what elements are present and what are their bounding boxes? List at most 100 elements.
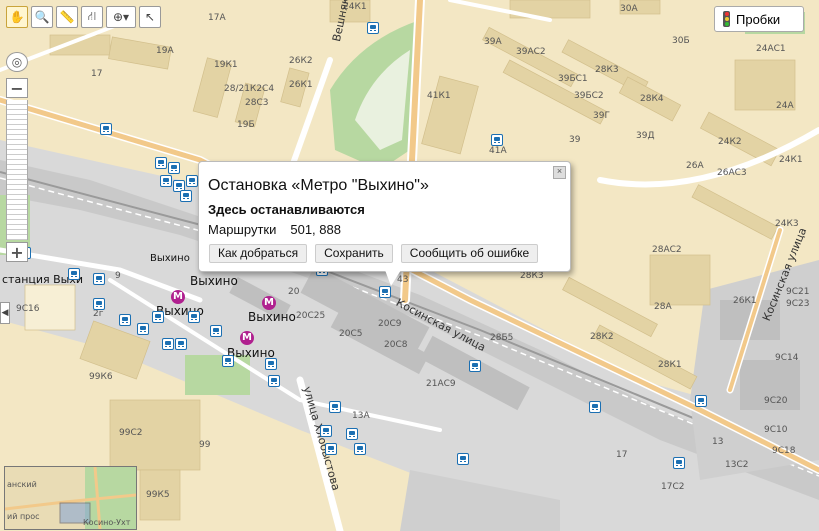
- building-label: 39АС2: [516, 47, 546, 57]
- zoom-in-button[interactable]: +: [6, 242, 28, 262]
- building-label: 30А: [620, 4, 638, 14]
- bus-stop-icon[interactable]: [119, 314, 131, 326]
- building-label: 39А: [484, 37, 502, 47]
- metro-icon[interactable]: M: [171, 290, 185, 304]
- building-label: 20С8: [384, 340, 408, 350]
- building-label: 13А: [352, 411, 370, 421]
- building-label: 9С14: [775, 353, 799, 363]
- bus-stop-icon[interactable]: [186, 175, 198, 187]
- building-label: 99К6: [89, 372, 113, 382]
- building-label: 28/21К2С4: [224, 84, 275, 94]
- building-label: 17: [616, 450, 628, 460]
- bus-stop-icon[interactable]: [589, 401, 601, 413]
- bus-stop-icon[interactable]: [155, 157, 167, 169]
- bus-stop-icon[interactable]: [268, 375, 280, 387]
- building-label: 99С2: [119, 428, 143, 438]
- bus-stop-icon[interactable]: [175, 338, 187, 350]
- stop-info-balloon: × Остановка «Метро "Выхино"» Здесь остан…: [198, 161, 571, 272]
- building-label: 24К1: [779, 155, 803, 165]
- building-label: 28С3: [245, 98, 269, 108]
- building-label: 28А: [654, 302, 672, 312]
- zoom-control: ◎ − +: [6, 52, 28, 262]
- hand-icon[interactable]: ✋: [6, 6, 28, 28]
- geo-search-icon[interactable]: ⊕▾: [106, 6, 136, 28]
- bus-stop-icon[interactable]: [168, 162, 180, 174]
- building-label: 24А: [776, 101, 794, 111]
- metro-icon[interactable]: M: [262, 296, 276, 310]
- traffic-button[interactable]: Пробки: [714, 6, 804, 32]
- metro-label: Выхино: [248, 310, 296, 324]
- bus-stop-icon[interactable]: [457, 453, 469, 465]
- zoom-out-button[interactable]: −: [6, 78, 28, 98]
- bus-stop-icon[interactable]: [329, 401, 341, 413]
- bus-stop-icon[interactable]: [160, 175, 172, 187]
- balloon-title: Остановка «Метро "Выхино"»: [208, 177, 429, 194]
- building-label: 28Б5: [490, 333, 514, 343]
- target-icon[interactable]: ◎: [6, 52, 28, 72]
- magnifier-icon[interactable]: 🔍: [31, 6, 53, 28]
- building-label: 28К2: [590, 332, 614, 342]
- building-label: 17А: [208, 13, 226, 23]
- traffic-light-icon: [723, 11, 730, 27]
- building-label: 13С2: [725, 460, 749, 470]
- building-label: 24К2: [718, 137, 742, 147]
- minimap-label: анский: [7, 480, 37, 489]
- metro-icon[interactable]: M: [240, 331, 254, 345]
- minimap-label: ий прос: [7, 512, 40, 521]
- route-icon[interactable]: ⛙: [81, 6, 103, 28]
- bus-stop-icon[interactable]: [320, 425, 332, 437]
- bus-stop-icon[interactable]: [695, 395, 707, 407]
- bus-stop-icon[interactable]: [346, 428, 358, 440]
- bus-stop-icon[interactable]: [68, 268, 80, 280]
- building-label: 30Б: [672, 36, 690, 46]
- bus-stop-icon[interactable]: [673, 457, 685, 469]
- zoom-slider[interactable]: [6, 100, 28, 240]
- bus-stop-icon[interactable]: [367, 22, 379, 34]
- building-label: 9С21: [786, 287, 810, 297]
- building-label: 2г: [93, 309, 104, 319]
- bus-stop-icon[interactable]: [100, 123, 112, 135]
- building-label: 21АС9: [426, 379, 456, 389]
- building-label: 26А: [686, 161, 704, 171]
- ruler-icon[interactable]: 📏: [56, 6, 78, 28]
- bus-stop-icon[interactable]: [162, 338, 174, 350]
- minimap-label: Косино-Ухт: [83, 518, 131, 527]
- building-label: 9С20: [764, 396, 788, 406]
- bus-stop-icon[interactable]: [152, 311, 164, 323]
- building-label: 9С18: [772, 446, 796, 456]
- bus-stop-icon[interactable]: [325, 443, 337, 455]
- directions-button[interactable]: Как добраться: [209, 244, 308, 263]
- bus-stop-icon-selected[interactable]: [379, 286, 391, 298]
- bus-stop-icon[interactable]: [491, 134, 503, 146]
- bus-stop-icon[interactable]: [137, 323, 149, 335]
- building-label: 41К1: [427, 91, 451, 101]
- left-panel-arrow-icon[interactable]: ◀: [0, 302, 10, 324]
- bus-stop-icon[interactable]: [354, 443, 366, 455]
- building-label: 41А: [489, 146, 507, 156]
- bus-stop-icon[interactable]: [188, 311, 200, 323]
- building-label: 24АС1: [756, 44, 786, 54]
- overview-minimap[interactable]: анский ий прос Косино-Ухт: [4, 466, 137, 530]
- bus-stop-icon[interactable]: [180, 190, 192, 202]
- bus-stop-icon[interactable]: [469, 360, 481, 372]
- building-label: 19Б: [237, 120, 255, 130]
- building-label: 20: [288, 287, 300, 297]
- save-button[interactable]: Сохранить: [315, 244, 393, 263]
- bus-stop-icon[interactable]: [210, 325, 222, 337]
- close-icon[interactable]: ×: [553, 166, 566, 179]
- building-label: 28К4: [640, 94, 664, 104]
- building-label: 39Г: [593, 111, 610, 121]
- building-label: 9С16: [16, 304, 40, 314]
- route-numbers: 501, 888: [290, 222, 341, 237]
- select-arrow-icon[interactable]: ↖: [139, 6, 161, 28]
- bus-stop-icon[interactable]: [222, 355, 234, 367]
- bus-stop-icon[interactable]: [265, 358, 277, 370]
- bus-stop-icon[interactable]: [93, 273, 105, 285]
- building-label: 19К1: [214, 60, 238, 70]
- building-label: 99К5: [146, 490, 170, 500]
- building-label: 26АС3: [717, 168, 747, 178]
- bus-stop-icon[interactable]: [93, 298, 105, 310]
- building-label: 24К3: [775, 219, 799, 229]
- map-toolbar: ✋ 🔍 📏 ⛙ ⊕▾ ↖: [6, 6, 161, 28]
- report-error-button[interactable]: Сообщить об ошибке: [400, 244, 539, 263]
